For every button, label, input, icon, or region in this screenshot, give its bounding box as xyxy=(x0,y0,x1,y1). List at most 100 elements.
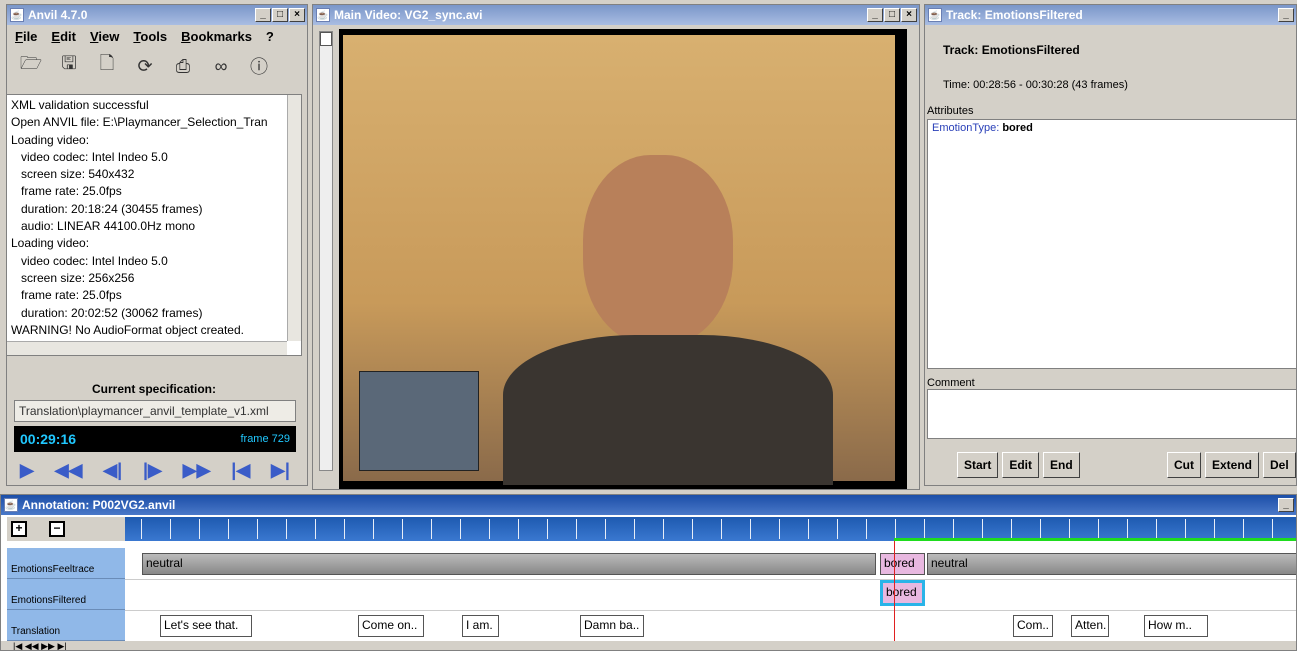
slider-thumb[interactable] xyxy=(320,32,332,46)
spec-label: Current specification: xyxy=(91,382,217,396)
menu-tools[interactable]: Tools xyxy=(133,29,167,44)
zoom-controls: + − xyxy=(7,517,125,541)
annotation-scrollbar[interactable]: |◀ ◀◀ ▶▶ ▶| xyxy=(1,641,1296,650)
log-line: audio: LINEAR 44100.0Hz mono xyxy=(11,219,196,234)
extend-button[interactable]: Extend xyxy=(1205,452,1260,478)
track-label-emotionsfiltered[interactable]: EmotionsFiltered xyxy=(7,579,125,610)
menu-help[interactable]: ? xyxy=(266,29,274,44)
track-label-emotionsfeeltrace[interactable]: EmotionsFeeltrace xyxy=(7,548,125,579)
segment-translation[interactable]: Damn ba.. xyxy=(580,615,644,637)
ruler-tick xyxy=(1243,519,1244,539)
anvil-titlebar[interactable]: ☕ Anvil 4.7.0 _ □ × xyxy=(7,5,307,25)
maximize-button[interactable]: □ xyxy=(272,8,288,22)
ruler-tick xyxy=(1011,519,1012,539)
attributes-box[interactable]: EmotionType: bored xyxy=(927,119,1296,369)
log-vertical-scrollbar[interactable] xyxy=(287,95,301,341)
track-titlebar[interactable]: ☕ Track: EmotionsFiltered _ xyxy=(925,5,1296,25)
maximize-button[interactable]: □ xyxy=(884,8,900,22)
ruler-tick xyxy=(1098,519,1099,539)
pip-video xyxy=(359,371,479,471)
java-icon: ☕ xyxy=(10,8,24,22)
segment-translation[interactable]: I am. xyxy=(462,615,499,637)
menu-view[interactable]: View xyxy=(90,29,119,44)
ruler-tick xyxy=(779,519,780,539)
ruler-tick xyxy=(1185,519,1186,539)
save-icon[interactable]: 🖫 xyxy=(57,53,81,78)
segment-translation[interactable]: How m.. xyxy=(1144,615,1208,637)
comment-field[interactable] xyxy=(927,389,1296,439)
log-horizontal-scrollbar[interactable] xyxy=(7,341,287,355)
ruler-tick xyxy=(228,519,229,539)
ruler-tick xyxy=(1040,519,1041,539)
cut-button[interactable]: Cut xyxy=(1167,452,1201,478)
attributes-label: Attributes xyxy=(927,105,974,117)
step-back-icon[interactable]: ◀| xyxy=(103,460,122,481)
zoom-out-button[interactable]: − xyxy=(49,521,65,537)
end-button[interactable]: End xyxy=(1043,452,1080,478)
track-title: Track: EmotionsFiltered xyxy=(946,8,1083,22)
info-icon[interactable]: ⓘ xyxy=(247,54,271,78)
track-label-translation[interactable]: Translation xyxy=(7,610,125,641)
segment-translation[interactable]: Com.. xyxy=(1013,615,1053,637)
go-start-icon[interactable]: |◀ xyxy=(231,460,250,481)
row-divider xyxy=(125,579,1296,580)
open-folder-icon[interactable]: 🗁 xyxy=(19,53,43,78)
track-buttons-right: Cut Extend Del xyxy=(1167,452,1296,478)
segment-bored[interactable]: bored xyxy=(880,553,925,575)
ruler-tick xyxy=(634,519,635,539)
attr-key: EmotionType: xyxy=(932,122,1000,134)
print-icon[interactable]: ⎙ xyxy=(171,54,195,78)
video-titlebar[interactable]: ☕ Main Video: VG2_sync.avi _ □ × xyxy=(313,5,919,25)
ruler-tick xyxy=(1069,519,1070,539)
segment-bored-selected[interactable]: bored xyxy=(880,580,925,606)
zoom-in-button[interactable]: + xyxy=(11,521,27,537)
annotation-titlebar[interactable]: ☕ Annotation: P002VG2.anvil _ xyxy=(1,495,1296,515)
java-icon: ☕ xyxy=(316,8,330,22)
delete-button[interactable]: Del xyxy=(1263,452,1296,478)
refresh-icon[interactable]: ⟳ xyxy=(133,54,157,78)
segment-translation[interactable]: Let's see that. xyxy=(160,615,252,637)
start-button[interactable]: Start xyxy=(957,452,999,478)
go-end-icon[interactable]: ▶| xyxy=(271,460,290,481)
segment-neutral[interactable]: neutral xyxy=(142,553,876,575)
annotation-window: ☕ Annotation: P002VG2.anvil _ + − Emotio… xyxy=(0,494,1297,651)
log-line: frame rate: 25.0fps xyxy=(11,184,122,199)
minimize-button[interactable]: _ xyxy=(255,8,271,22)
log-line: duration: 20:02:52 (30062 frames) xyxy=(11,305,203,320)
new-document-icon[interactable]: 🗋 xyxy=(95,53,119,78)
timecode-display: 00:29:16 frame 729 xyxy=(14,426,296,452)
segment-translation[interactable]: Atten. xyxy=(1071,615,1109,637)
binoculars-icon[interactable]: ∞ xyxy=(209,54,233,78)
java-icon: ☕ xyxy=(4,498,18,512)
playhead[interactable] xyxy=(894,541,895,641)
segment-translation[interactable]: Come on.. xyxy=(358,615,424,637)
minimize-button[interactable]: _ xyxy=(1278,498,1294,512)
fast-forward-icon[interactable]: ▶▶ xyxy=(183,460,211,481)
log-line: Loading video: xyxy=(11,236,90,251)
close-button[interactable]: × xyxy=(901,8,917,22)
menu-bookmarks[interactable]: Bookmarks xyxy=(181,29,252,44)
ruler-tick xyxy=(141,519,142,539)
step-forward-icon[interactable]: |▶ xyxy=(143,460,162,481)
segment-neutral[interactable]: neutral xyxy=(927,553,1296,575)
ruler-tick xyxy=(402,519,403,539)
video-image xyxy=(343,35,895,485)
ruler-tick xyxy=(286,519,287,539)
play-icon[interactable]: ▶ xyxy=(20,460,34,481)
rewind-icon[interactable]: ◀◀ xyxy=(55,460,83,481)
ruler-tick xyxy=(431,519,432,539)
minimize-button[interactable]: _ xyxy=(1278,8,1294,22)
edit-button[interactable]: Edit xyxy=(1002,452,1040,478)
video-slider[interactable] xyxy=(319,31,333,471)
menu-file[interactable]: File xyxy=(15,29,37,44)
log-panel[interactable]: XML validation successful Open ANVIL file… xyxy=(6,94,302,356)
java-icon: ☕ xyxy=(928,8,942,22)
menubar: File Edit View Tools Bookmarks ? xyxy=(7,25,307,47)
close-button[interactable]: × xyxy=(289,8,305,22)
nav-first-icon[interactable]: |◀ ◀◀ ▶▶ ▶| xyxy=(13,641,67,650)
minimize-button[interactable]: _ xyxy=(867,8,883,22)
ruler-tick xyxy=(692,519,693,539)
row-divider xyxy=(125,610,1296,611)
menu-edit[interactable]: Edit xyxy=(51,29,76,44)
video-frame xyxy=(339,29,907,489)
